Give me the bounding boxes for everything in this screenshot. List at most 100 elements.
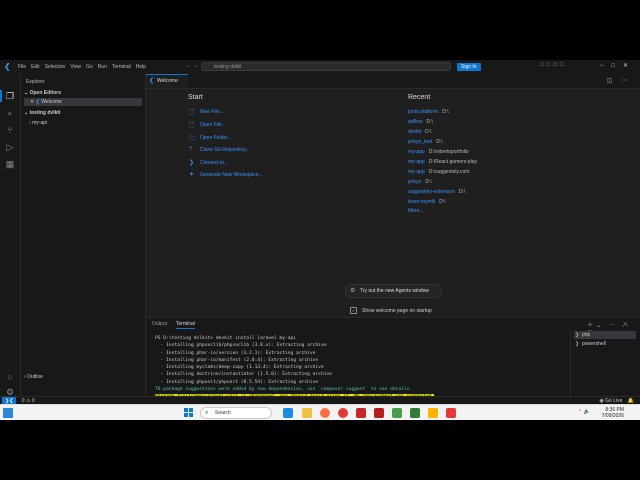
folder-label: my-api [32, 120, 48, 126]
editor-tab-bar: ❮ Welcome ◫ ⋯ [146, 74, 640, 89]
workspace-section[interactable]: ⌄ testing dvlkit [24, 110, 60, 116]
terminal-line-text: - Installing doctrine/instantiator (1.5.… [155, 372, 333, 378]
recent-item-name[interactable]: my-app [408, 159, 425, 165]
taskbar-search[interactable]: ⌕ Search [200, 407, 272, 419]
explorer-icon[interactable]: ❐ [5, 91, 15, 101]
open-editor-welcome[interactable]: ✕ ❮ Welcome [24, 98, 142, 106]
open-folder-link[interactable]: Open Folder... [200, 135, 232, 141]
app-icon-green[interactable] [410, 408, 420, 418]
recent-item[interactable]: privyo_test D:\ [408, 139, 443, 145]
terminal-line: - Installing phpseclib/phpseclib (3.0.x)… [155, 342, 575, 349]
system-tray-icons[interactable]: ⌃ 🔊 [578, 409, 590, 415]
recent-item[interactable]: devkit D:\ [408, 129, 431, 135]
recent-item[interactable]: my-app D:\suggestely.com [408, 169, 469, 175]
clone-git-link[interactable]: Clone Git Repository... [200, 147, 250, 153]
source-control-icon[interactable]: ⑂ [5, 125, 15, 135]
more-recent-link[interactable]: More... [408, 208, 424, 214]
welcome-tab-icon: ❮ [149, 78, 155, 84]
recent-item-name[interactable]: learn-mymlk [408, 199, 435, 205]
widgets-icon[interactable] [3, 408, 13, 418]
search-icon[interactable]: ⌕ [5, 108, 15, 118]
show-welcome-checkbox[interactable]: ✓ Show welcome page on startup [350, 307, 432, 314]
extensions-icon[interactable]: ▦ [5, 159, 15, 169]
terminal-line-text: 76 package suggestions were added by new… [155, 387, 413, 393]
sidebar-title: Explorer [26, 79, 45, 85]
xbox-icon[interactable] [392, 408, 402, 418]
recent-item-name[interactable]: adflow [408, 119, 422, 125]
start-windows-icon[interactable] [184, 408, 194, 418]
filezilla-icon[interactable] [356, 408, 366, 418]
menu-help[interactable]: Help [136, 64, 146, 70]
account-icon[interactable]: ○ [5, 372, 15, 382]
clock-date: 7/09/2026 [601, 413, 624, 419]
tab-welcome[interactable]: ❮ Welcome [146, 74, 188, 88]
file-explorer-icon[interactable] [302, 408, 312, 418]
vscode-taskbar-icon[interactable] [283, 408, 293, 418]
folder-my-api[interactable]: › my-api [29, 120, 47, 126]
window-controls[interactable]: −□✕ [600, 62, 636, 69]
windows-taskbar: ⌕ Search ⌃ 🔊 8:36 PM 7/09/2026 [0, 404, 640, 420]
tab-output[interactable]: Output [152, 321, 167, 327]
connect-to-link[interactable]: Connect to... [200, 160, 228, 166]
sign-in-button[interactable]: Sign In [457, 63, 481, 71]
recent-item-name[interactable]: my-app [408, 169, 425, 175]
menu-run[interactable]: Run [98, 64, 107, 70]
editor-actions-icon[interactable]: ◫ ⋯ [607, 77, 632, 84]
command-center-text: testing dvlkit [214, 64, 242, 70]
recent-item[interactable]: privyo D:\ [408, 179, 432, 185]
agents-window-button[interactable]: ⚙ Try out the new Agents window [345, 284, 442, 298]
chrome-icon[interactable] [338, 408, 348, 418]
recent-item[interactable]: learn-mymlk D:\ [408, 199, 446, 205]
active-indicator [0, 90, 2, 102]
recent-item[interactable]: suggestely-extension D:\ [408, 189, 465, 195]
recent-item-name[interactable]: junto platform [408, 109, 438, 115]
workspace-generate-icon: ✦ [189, 172, 195, 178]
recent-item-path: D:\React gamers-play [428, 159, 478, 165]
recent-item-name[interactable]: my-app [408, 149, 425, 155]
menu-selection[interactable]: Selection [45, 64, 66, 70]
app-icon-red[interactable] [374, 408, 384, 418]
recent-item[interactable]: adflow D:\ [408, 119, 433, 125]
recent-item-path: D:\ [425, 129, 432, 135]
tab-terminal[interactable]: Terminal [176, 321, 195, 329]
menu-file[interactable]: File [18, 64, 26, 70]
terminal-icon: ❯ [575, 341, 580, 347]
recent-item-name[interactable]: privyo_test [408, 139, 432, 145]
editor-area: ❮ Welcome ◫ ⋯ Start 🗋 New File... 🗋 Open… [146, 74, 640, 317]
recent-item-name[interactable]: suggestely-extension [408, 189, 455, 195]
recent-item-path: D:\ [426, 119, 433, 125]
recent-item-name[interactable]: devkit [408, 129, 421, 135]
agents-label: Try out the new Agents window [360, 288, 430, 294]
recent-item-path: D:\ [439, 199, 446, 205]
open-file-link[interactable]: Open File... [200, 122, 226, 128]
firefox-icon[interactable] [320, 408, 330, 418]
command-center-search[interactable]: testing dvlkit [201, 62, 451, 71]
app-icon-red-2[interactable] [446, 408, 456, 418]
nav-arrows-icon[interactable]: ← → [185, 63, 199, 69]
layout-toggle-icons[interactable]: □□□□ [540, 62, 567, 68]
open-editors-section[interactable]: ⌄ Open Editors [24, 90, 61, 96]
tab-welcome-label: Welcome [157, 78, 178, 84]
open-editors-label: Open Editors [29, 90, 61, 96]
generate-workspace-link[interactable]: Generate New Workspace... [200, 172, 263, 178]
recent-item-name[interactable]: privyo [408, 179, 421, 185]
menu-go[interactable]: Go [86, 64, 93, 70]
menu-view[interactable]: View [70, 64, 81, 70]
recent-item-path: D:\ [458, 189, 466, 195]
menu-edit[interactable]: Edit [31, 64, 40, 70]
new-file-link[interactable]: New File... [200, 109, 224, 115]
app-icon-yellow[interactable] [428, 408, 438, 418]
terminal-item-php[interactable]: ❯ php [574, 331, 636, 339]
taskbar-clock[interactable]: 8:36 PM 7/09/2026 [600, 407, 624, 419]
menu-terminal[interactable]: Terminal [112, 64, 131, 70]
outline-section[interactable]: › Outline [24, 374, 43, 380]
recent-item[interactable]: my-app D:\robertoportfolio [408, 149, 469, 155]
recent-item[interactable]: my-app D:\React gamers-play [408, 159, 477, 165]
terminal-item-powershell[interactable]: ❯ powershell [574, 340, 636, 348]
recent-item-path: D:\ [442, 109, 449, 115]
recent-item[interactable]: junto platform D:\ [408, 109, 449, 115]
run-debug-icon[interactable]: ▷ [5, 142, 15, 152]
checkmark-icon: ✓ [350, 307, 357, 314]
show-welcome-label: Show welcome page on startup [362, 307, 432, 314]
terminal-output[interactable]: PS D:\testing dvlkit> devkit install lar… [146, 335, 575, 397]
